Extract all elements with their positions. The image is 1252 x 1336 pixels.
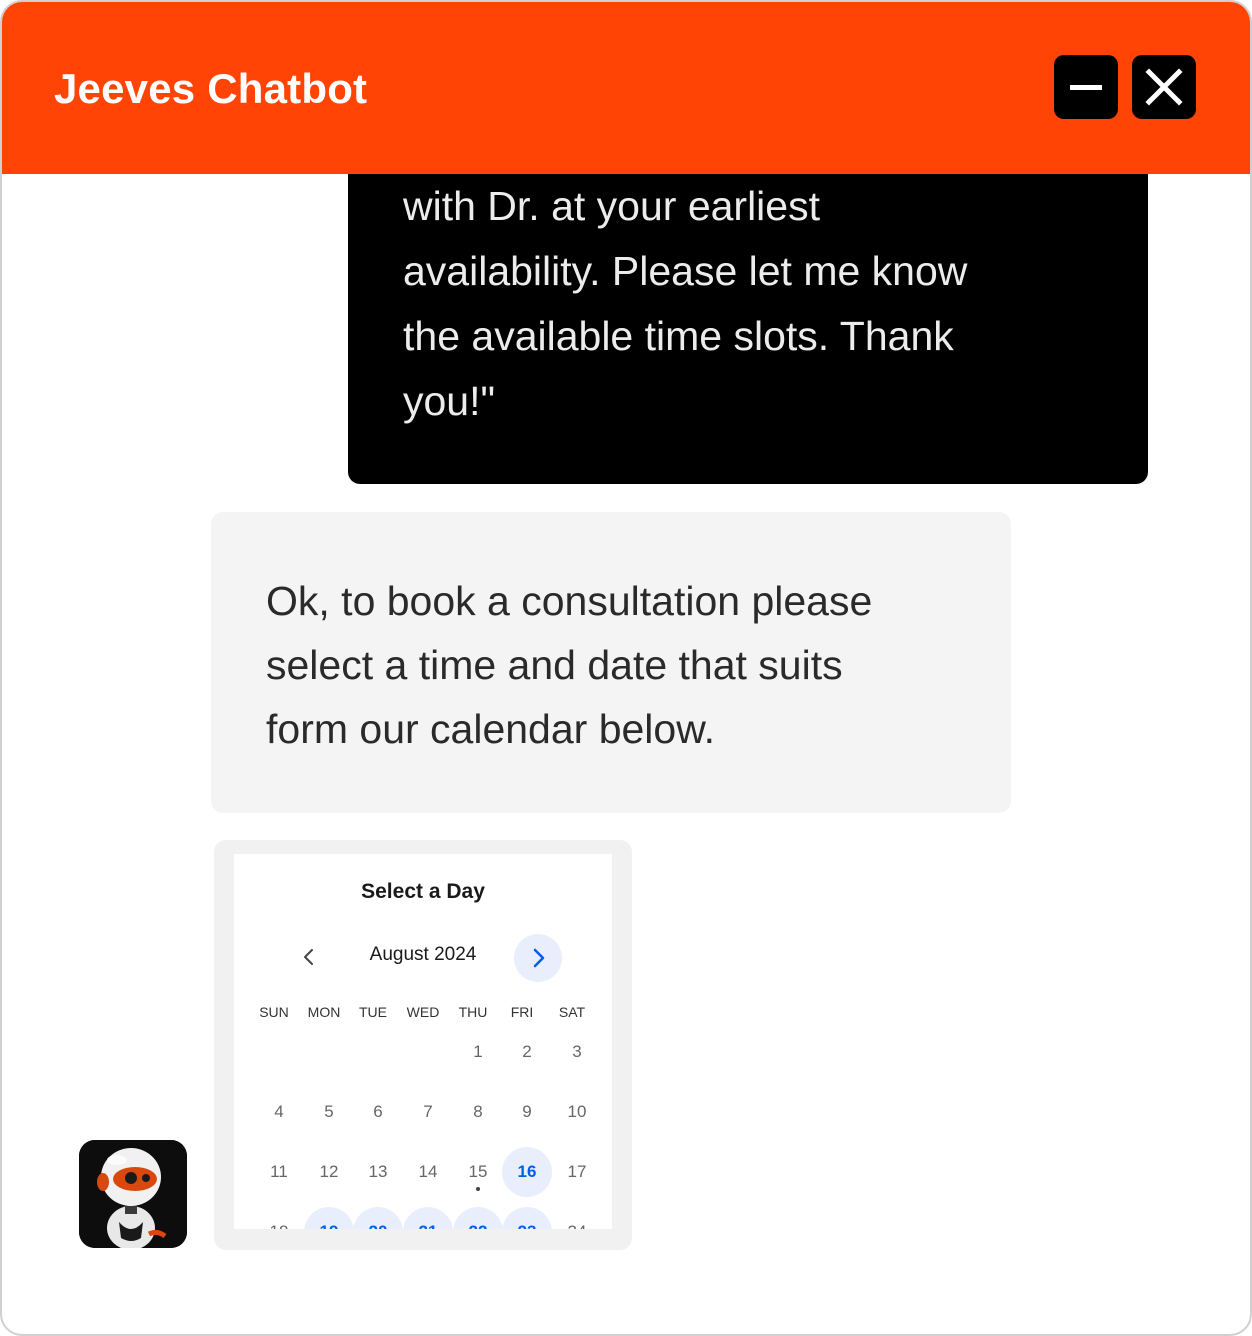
calendar-day: 14 — [418, 1162, 438, 1181]
calendar-day[interactable]: 16 — [502, 1147, 552, 1197]
calendar-day: 15 — [453, 1147, 503, 1197]
chatbot-header: Jeeves Chatbot — [2, 2, 1250, 174]
close-icon — [1145, 68, 1183, 106]
calendar-day: 13 — [368, 1162, 388, 1181]
weekday-header: SUN — [259, 1004, 289, 1020]
calendar-day: 11 — [270, 1162, 288, 1181]
weekday-header: FRI — [510, 1004, 534, 1020]
window-title: Jeeves Chatbot — [54, 65, 368, 112]
calendar-day: 3 — [572, 1042, 582, 1061]
bot-message-text: Ok, to book a consultation please select… — [266, 569, 986, 761]
message-line: with Dr. at your earliest — [403, 183, 820, 229]
robot-avatar-icon — [79, 1140, 187, 1248]
weekday-header: TUE — [359, 1004, 387, 1020]
calendar-day: 1 — [473, 1042, 483, 1061]
calendar-day: 5 — [324, 1102, 334, 1121]
calendar-day: 24 — [552, 1207, 602, 1229]
calendar-day: 9 — [522, 1102, 532, 1121]
minus-icon — [1070, 85, 1102, 90]
calendar-day: 4 — [274, 1102, 284, 1121]
today-indicator — [476, 1187, 480, 1191]
chat-transcript[interactable]: with Dr. at your earliest availability. … — [2, 174, 1250, 1334]
message-line: Ok, to book a consultation please — [266, 578, 873, 624]
calendar-widget: Select a Day August 2024 SUN MON TUE WED THU… — [214, 840, 632, 1250]
user-message: with Dr. at your earliest availability. … — [348, 174, 1148, 484]
minimize-button[interactable] — [1054, 55, 1118, 119]
weekday-header: WED — [406, 1004, 440, 1020]
calendar-day[interactable]: 23 — [502, 1207, 552, 1229]
calendar-day[interactable]: 19 — [304, 1207, 354, 1229]
user-message-text: with Dr. at your earliest availability. … — [403, 174, 1123, 434]
chatbot-window: Jeeves Chatbot with Dr. at your earliest… — [0, 0, 1252, 1336]
bot-message: Ok, to book a consultation please select… — [211, 512, 1011, 813]
weekday-header: THU — [458, 1004, 488, 1020]
next-month-button[interactable] — [514, 934, 562, 982]
weekday-header: SAT — [558, 1004, 586, 1020]
message-line: availability. Please let me know — [403, 248, 968, 294]
calendar-title: Select a Day — [361, 880, 485, 903]
calendar-day: 10 — [567, 1102, 587, 1121]
calendar-day: 12 — [319, 1162, 339, 1181]
calendar-day[interactable]: 21 — [403, 1207, 453, 1229]
close-button[interactable] — [1132, 55, 1196, 119]
message-line: form our calendar below. — [266, 706, 715, 752]
calendar: Select a Day August 2024 SUN MON TUE WED THU… — [234, 854, 612, 1229]
chevron-right-icon — [533, 948, 545, 968]
message-line: select a time and date that suits — [266, 642, 843, 688]
calendar-day[interactable]: 22 — [453, 1207, 503, 1229]
calendar-day[interactable]: 20 — [353, 1207, 403, 1229]
message-line: the available time slots. Thank — [403, 313, 954, 359]
calendar-day: 18 — [254, 1207, 304, 1229]
calendar-day: 7 — [423, 1102, 433, 1121]
calendar-day: 17 — [567, 1162, 587, 1181]
calendar-day: 8 — [473, 1102, 483, 1121]
calendar-day: 6 — [373, 1102, 383, 1121]
message-line: you!" — [403, 378, 496, 424]
bot-avatar — [79, 1140, 187, 1248]
weekday-header: MON — [307, 1004, 341, 1020]
calendar-day: 2 — [522, 1042, 532, 1061]
